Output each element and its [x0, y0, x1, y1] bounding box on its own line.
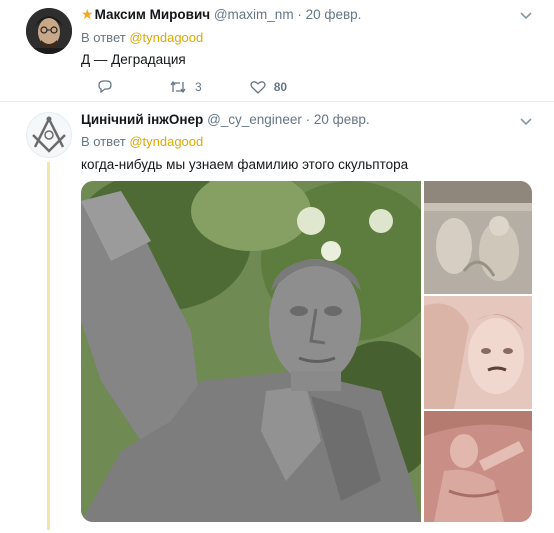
media-photo-relief-bottom[interactable]	[424, 411, 532, 522]
display-name[interactable]: Цинічний інжОнер	[81, 112, 203, 127]
user-handle[interactable]: @_cy_engineer	[207, 112, 302, 127]
reply-to-link[interactable]: @tyndagood	[129, 30, 203, 45]
reply-context: В ответ @tyndagood	[81, 30, 204, 45]
reply-button[interactable]	[97, 79, 121, 94]
square-and-compass-icon	[32, 116, 66, 153]
chevron-down-icon[interactable]	[520, 8, 532, 23]
user-handle[interactable]: @maxim_nm	[214, 7, 294, 22]
tweet-header: ★Максим Мирович @maxim_nm · 20 февр.	[81, 6, 362, 22]
heart-icon	[250, 80, 266, 94]
media-photo-relief-top[interactable]	[424, 181, 532, 294]
star-icon: ★	[81, 6, 94, 22]
tweet-header: Цинічний інжОнер @_cy_engineer · 20 февр…	[81, 112, 370, 127]
like-count: 80	[273, 79, 288, 94]
retweet-count: 3	[195, 79, 202, 94]
tweet[interactable]: Цинічний інжОнер @_cy_engineer · 20 февр…	[0, 102, 554, 533]
tweet-date[interactable]: 20 февр.	[314, 112, 370, 127]
media-photo-statue[interactable]	[81, 181, 421, 522]
tweet-actions: 3 80	[97, 79, 335, 94]
reply-context: В ответ @tyndagood	[81, 134, 204, 149]
thread-line	[47, 162, 50, 530]
retweet-icon	[170, 80, 186, 93]
tweet[interactable]: ★Максим Мирович @maxim_nm · 20 февр. В о…	[0, 0, 554, 102]
tweet-date[interactable]: 20 февр.	[306, 7, 362, 22]
reply-to-link[interactable]: @tyndagood	[129, 134, 203, 149]
retweet-button[interactable]: 3	[169, 80, 202, 94]
avatar[interactable]	[26, 112, 72, 158]
reply-icon	[98, 80, 112, 94]
tweet-text: Д — Деградация	[81, 52, 186, 67]
avatar[interactable]	[26, 8, 72, 54]
media-photo-relief-middle[interactable]	[424, 296, 532, 409]
tweet-text: когда-нибудь мы узнаем фамилию этого ску…	[81, 157, 409, 172]
chevron-down-icon[interactable]	[520, 114, 532, 129]
like-button[interactable]: 80	[250, 80, 287, 94]
display-name[interactable]: Максим Мирович	[95, 7, 211, 22]
tweet-media	[81, 181, 532, 522]
